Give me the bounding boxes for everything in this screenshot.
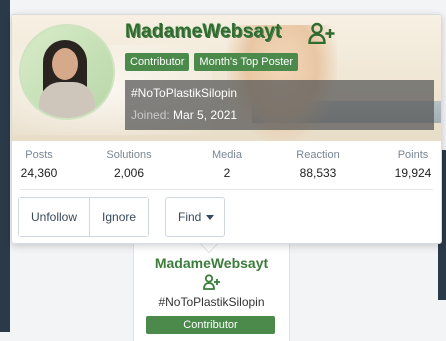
follow-ignore-group: Unfollow Ignore <box>18 197 150 237</box>
joined-value: Mar 5, 2021 <box>173 108 238 122</box>
profile-banner: MadameWebsayt Contributor Month's Top Po… <box>12 15 441 141</box>
stat-value: 24,360 <box>20 166 58 180</box>
find-label: Find <box>178 210 202 224</box>
stat-media[interactable]: Media 2 <box>182 149 272 180</box>
profile-info-box: #NoToPlastikSilopin Joined: Mar 5, 2021 <box>125 80 434 130</box>
badge-contributor: Contributor <box>125 53 190 71</box>
stat-points[interactable]: Points 19,924 <box>368 149 446 180</box>
stat-value: 88,533 <box>299 166 337 180</box>
background-profile-card: MadameWebsayt #NoToPlastikSilopin Contri… <box>133 240 290 341</box>
user-plus-icon[interactable] <box>134 274 289 295</box>
stat-label: Reaction <box>296 149 340 161</box>
background-badge: Contributor <box>146 316 275 334</box>
divider <box>20 189 433 190</box>
user-plus-icon[interactable] <box>308 22 336 45</box>
ignore-button[interactable]: Ignore <box>89 198 149 236</box>
unfollow-button[interactable]: Unfollow <box>19 198 90 236</box>
find-dropdown-button[interactable]: Find <box>165 197 226 237</box>
avatar[interactable] <box>19 24 115 120</box>
member-stats: Posts 24,360 Solutions 2,006 Media 2 Rea… <box>12 149 441 191</box>
background-username[interactable]: MadameWebsayt <box>134 255 289 271</box>
stat-posts[interactable]: Posts 24,360 <box>0 149 84 180</box>
joined-label: Joined: <box>131 108 170 122</box>
member-tooltip-card: MadameWebsayt Contributor Month's Top Po… <box>11 14 442 244</box>
stat-value: 19,924 <box>394 166 432 180</box>
stat-label: Media <box>212 149 242 161</box>
user-badges: Contributor Month's Top Poster <box>125 53 299 71</box>
username-link[interactable]: MadameWebsayt <box>125 21 281 49</box>
background-tagline: #NoToPlastikSilopin <box>158 295 265 309</box>
stat-reaction: Reaction 88,533 <box>273 149 363 180</box>
joined-date: Joined: Mar 5, 2021 <box>131 108 237 122</box>
stat-label: Points <box>397 149 429 161</box>
stat-value: 2 <box>223 166 231 180</box>
stat-label: Posts <box>25 149 53 161</box>
badge-top-poster: Month's Top Poster <box>194 53 299 71</box>
stat-value: 2,006 <box>113 166 145 180</box>
stat-label: Solutions <box>106 149 152 161</box>
stat-solutions: Solutions 2,006 <box>84 149 174 180</box>
user-tagline: #NoToPlastikSilopin <box>131 86 238 100</box>
caret-down-icon <box>206 215 215 221</box>
